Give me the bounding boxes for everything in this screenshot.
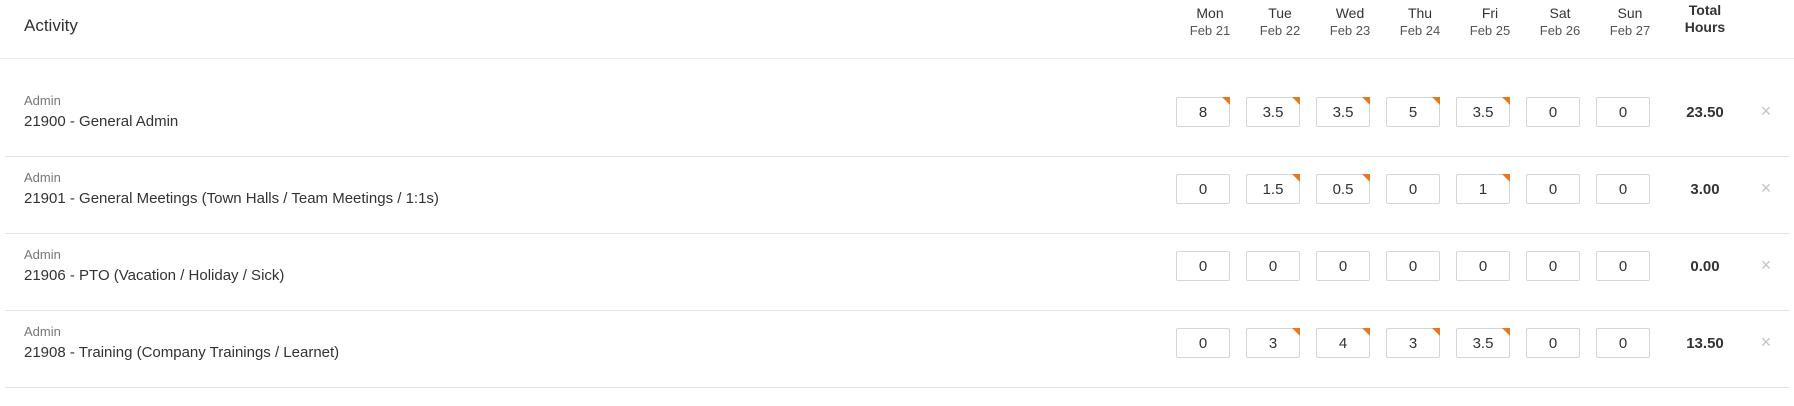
hours-input-mon[interactable] bbox=[1176, 328, 1230, 358]
activity-name: 21901 - General Meetings (Town Halls / T… bbox=[24, 190, 439, 207]
hours-input-sat[interactable] bbox=[1526, 174, 1580, 204]
hours-input-tue[interactable] bbox=[1246, 251, 1300, 281]
day-header-wed: Wed Feb 23 bbox=[1315, 4, 1385, 39]
hours-input-sun[interactable] bbox=[1596, 97, 1650, 127]
flag-marker bbox=[1362, 174, 1370, 182]
day-date: Feb 27 bbox=[1609, 23, 1651, 38]
day-date: Feb 26 bbox=[1539, 23, 1581, 38]
flag-marker bbox=[1432, 97, 1440, 105]
total-header-line2: Hours bbox=[1684, 19, 1726, 35]
hours-input-sat[interactable] bbox=[1526, 97, 1580, 127]
hours-input-fri[interactable] bbox=[1456, 251, 1510, 281]
row-total-hours: 3.00 bbox=[1690, 181, 1720, 198]
day-name: Wed bbox=[1335, 5, 1365, 21]
day-name: Thu bbox=[1407, 5, 1433, 21]
flag-marker bbox=[1362, 97, 1370, 105]
activity-category: Admin bbox=[24, 247, 61, 262]
flag-marker bbox=[1432, 328, 1440, 336]
hours-input-mon[interactable] bbox=[1176, 174, 1230, 204]
flag-marker bbox=[1292, 328, 1300, 336]
flag-marker bbox=[1362, 328, 1370, 336]
remove-row-icon[interactable]: × bbox=[1756, 178, 1776, 198]
hours-input-sun[interactable] bbox=[1596, 174, 1650, 204]
remove-row-icon[interactable]: × bbox=[1756, 332, 1776, 352]
activity-name: 21900 - General Admin bbox=[24, 113, 179, 130]
activity-row-21908: Admin 21908 - Training (Company Training… bbox=[5, 311, 1790, 388]
day-header-sun: Sun Feb 27 bbox=[1595, 4, 1665, 39]
activity-name: 21906 - PTO (Vacation / Holiday / Sick) bbox=[24, 267, 285, 284]
remove-row-icon[interactable]: × bbox=[1756, 101, 1776, 121]
flag-marker bbox=[1292, 97, 1300, 105]
activity-name: 21908 - Training (Company Trainings / Le… bbox=[24, 344, 340, 361]
activity-column-header: Activity bbox=[24, 16, 78, 35]
total-header-line1: Total bbox=[1688, 2, 1722, 18]
day-header-thu: Thu Feb 24 bbox=[1385, 4, 1455, 39]
activity-row-21900: Admin 21900 - General Admin 23.50 × bbox=[5, 80, 1790, 157]
total-hours-header: Total Hours bbox=[1670, 2, 1740, 36]
timesheet-header: Activity Mon Feb 21 Tue Feb 22 Wed Feb 2… bbox=[0, 0, 1794, 59]
flag-marker bbox=[1222, 97, 1230, 105]
activity-row-21906: Admin 21906 - PTO (Vacation / Holiday / … bbox=[5, 234, 1790, 311]
timesheet: Activity Mon Feb 21 Tue Feb 22 Wed Feb 2… bbox=[0, 0, 1794, 406]
row-total-hours: 23.50 bbox=[1686, 104, 1724, 121]
row-total-hours: 13.50 bbox=[1686, 335, 1724, 352]
hours-input-mon[interactable] bbox=[1176, 251, 1230, 281]
day-header-tue: Tue Feb 22 bbox=[1245, 4, 1315, 39]
hours-input-sat[interactable] bbox=[1526, 328, 1580, 358]
activity-category: Admin bbox=[24, 324, 61, 339]
day-name: Sat bbox=[1549, 5, 1571, 21]
hours-input-sun[interactable] bbox=[1596, 251, 1650, 281]
activity-row-21901: Admin 21901 - General Meetings (Town Hal… bbox=[5, 157, 1790, 234]
flag-marker bbox=[1292, 174, 1300, 182]
hours-input-thu[interactable] bbox=[1386, 251, 1440, 281]
day-date: Feb 25 bbox=[1469, 23, 1511, 38]
day-date: Feb 21 bbox=[1189, 23, 1231, 38]
day-date: Feb 22 bbox=[1259, 23, 1301, 38]
remove-row-icon[interactable]: × bbox=[1756, 255, 1776, 275]
day-header-sat: Sat Feb 26 bbox=[1525, 4, 1595, 39]
day-header-fri: Fri Feb 25 bbox=[1455, 4, 1525, 39]
day-header-mon: Mon Feb 21 bbox=[1175, 4, 1245, 39]
row-total-hours: 0.00 bbox=[1690, 258, 1720, 275]
flag-marker bbox=[1502, 328, 1510, 336]
hours-input-sat[interactable] bbox=[1526, 251, 1580, 281]
hours-input-wed[interactable] bbox=[1316, 251, 1370, 281]
hours-input-sun[interactable] bbox=[1596, 328, 1650, 358]
day-name: Mon bbox=[1196, 5, 1224, 21]
flag-marker bbox=[1502, 174, 1510, 182]
activity-category: Admin bbox=[24, 170, 61, 185]
day-date: Feb 24 bbox=[1399, 23, 1441, 38]
activity-category: Admin bbox=[24, 93, 61, 108]
hours-input-thu[interactable] bbox=[1386, 174, 1440, 204]
day-name: Sun bbox=[1617, 5, 1643, 21]
day-name: Tue bbox=[1268, 5, 1292, 21]
day-date: Feb 23 bbox=[1329, 23, 1371, 38]
flag-marker bbox=[1502, 97, 1510, 105]
day-name: Fri bbox=[1481, 5, 1499, 21]
